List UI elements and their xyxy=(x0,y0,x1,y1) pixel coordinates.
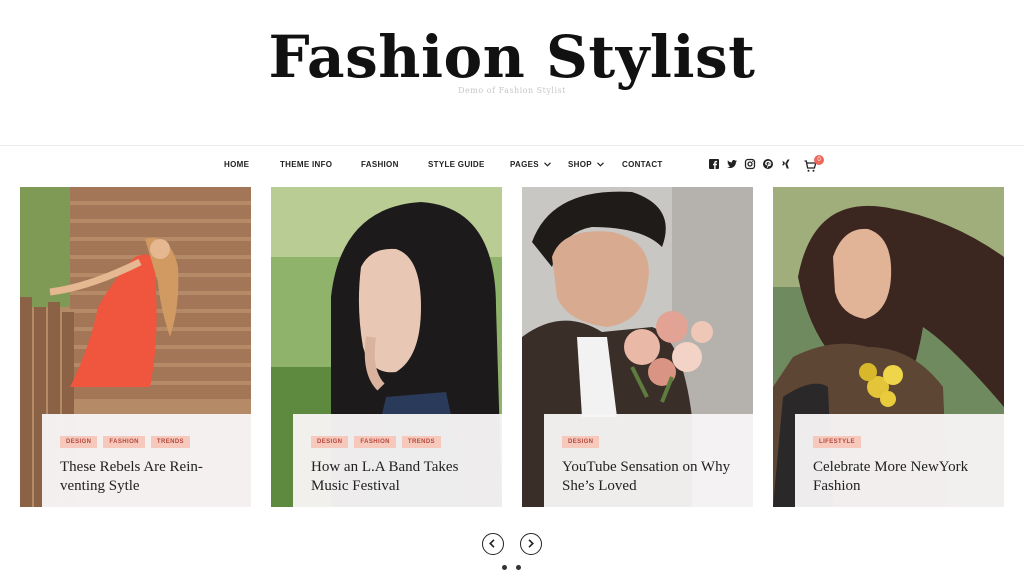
instagram-icon[interactable] xyxy=(744,158,756,170)
nav-item-pages[interactable]: PAGES xyxy=(510,160,551,169)
nav-item-home[interactable]: HOME xyxy=(224,160,249,169)
slider-next-button[interactable] xyxy=(520,533,542,555)
facebook-icon[interactable] xyxy=(708,158,720,170)
main-navigation: HOME THEME INFO FASHION STYLE GUIDE PAGE… xyxy=(0,154,1024,178)
tag-list: LIFESTYLE xyxy=(813,430,990,448)
nav-item-style-guide[interactable]: STYLE GUIDE xyxy=(428,160,485,169)
chevron-right-icon xyxy=(528,539,534,548)
tag-list: DESIGN xyxy=(562,430,739,448)
tag-trends[interactable]: TRENDS xyxy=(150,436,190,448)
slide-title[interactable]: YouTube Sensation on Why She’s Loved xyxy=(562,458,739,496)
chevron-left-icon xyxy=(489,539,495,548)
tag-design[interactable]: DESIGN xyxy=(562,436,600,448)
featured-slider: DESIGN FASHION TRENDS These Rebels Are Rei… xyxy=(20,187,1004,507)
twitter-icon[interactable] xyxy=(726,158,738,170)
nav-item-contact[interactable]: CONTACT xyxy=(622,160,663,169)
slide-card[interactable]: DESIGN FASHION TRENDS These Rebels Are Rei… xyxy=(20,187,251,507)
slide-caption: DESIGN FASHION TRENDS These Rebels Are Rei… xyxy=(42,414,251,507)
nav-item-theme-info[interactable]: THEME INFO xyxy=(280,160,332,169)
nav-item-fashion[interactable]: FASHION xyxy=(361,160,399,169)
slide-caption: DESIGN YouTube Sensation on Why She’s Lo… xyxy=(544,414,753,507)
slider-prev-button[interactable] xyxy=(482,533,504,555)
site-tagline: Demo of Fashion Stylist xyxy=(458,86,566,95)
tag-fashion[interactable]: FASHION xyxy=(354,436,396,448)
tag-design[interactable]: DESIGN xyxy=(311,436,349,448)
slide-card[interactable]: DESIGN YouTube Sensation on Why She’s Lo… xyxy=(522,187,753,507)
slide-caption: DESIGN FASHION TRENDS How an L.A Band Take… xyxy=(293,414,502,507)
xing-icon[interactable] xyxy=(780,158,792,170)
nav-item-shop[interactable]: SHOP xyxy=(568,160,604,169)
slider-dot[interactable] xyxy=(516,565,521,570)
chevron-down-icon xyxy=(596,160,604,169)
cart-count-badge: 0 xyxy=(814,155,824,165)
slide-title[interactable]: These Rebels Are Rein-venting Sytle xyxy=(60,458,237,496)
slide-title[interactable]: How an L.A Band Takes Music Festival xyxy=(311,458,488,496)
chevron-down-icon xyxy=(543,160,551,169)
slider-dot[interactable] xyxy=(502,565,507,570)
tag-fashion[interactable]: FASHION xyxy=(103,436,145,448)
tag-design[interactable]: DESIGN xyxy=(60,436,98,448)
site-header: Fashion Stylist Demo of Fashion Stylist xyxy=(0,0,1024,146)
cart-button[interactable]: 0 xyxy=(804,155,824,173)
slide-card[interactable]: LIFESTYLE Celebrate More NewYork Fashion xyxy=(773,187,1004,507)
tag-trends[interactable]: TRENDS xyxy=(401,436,441,448)
slide-title[interactable]: Celebrate More NewYork Fashion xyxy=(813,458,990,496)
tag-list: DESIGN FASHION TRENDS xyxy=(311,430,488,448)
tag-list: DESIGN FASHION TRENDS xyxy=(60,430,237,448)
nav-item-pages-label: PAGES xyxy=(510,160,539,169)
site-title[interactable]: Fashion Stylist xyxy=(0,22,1024,92)
slide-card[interactable]: DESIGN FASHION TRENDS How an L.A Band Take… xyxy=(271,187,502,507)
tag-lifestyle[interactable]: LIFESTYLE xyxy=(813,436,861,448)
slide-caption: LIFESTYLE Celebrate More NewYork Fashion xyxy=(795,414,1004,507)
pinterest-icon[interactable] xyxy=(762,158,774,170)
nav-item-shop-label: SHOP xyxy=(568,160,592,169)
